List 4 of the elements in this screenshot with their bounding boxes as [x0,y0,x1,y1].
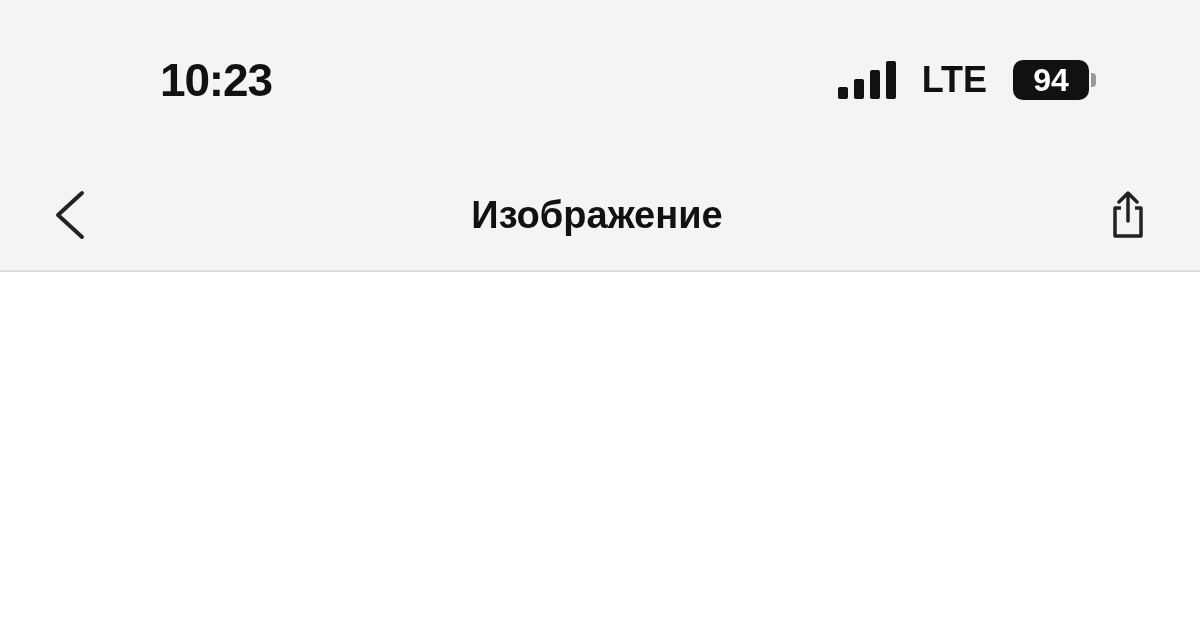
network-label: LTE [921,58,987,102]
screen-title: Изображение [471,192,723,238]
clock-time: 10:23 [160,52,272,108]
signal-icon [837,61,898,99]
